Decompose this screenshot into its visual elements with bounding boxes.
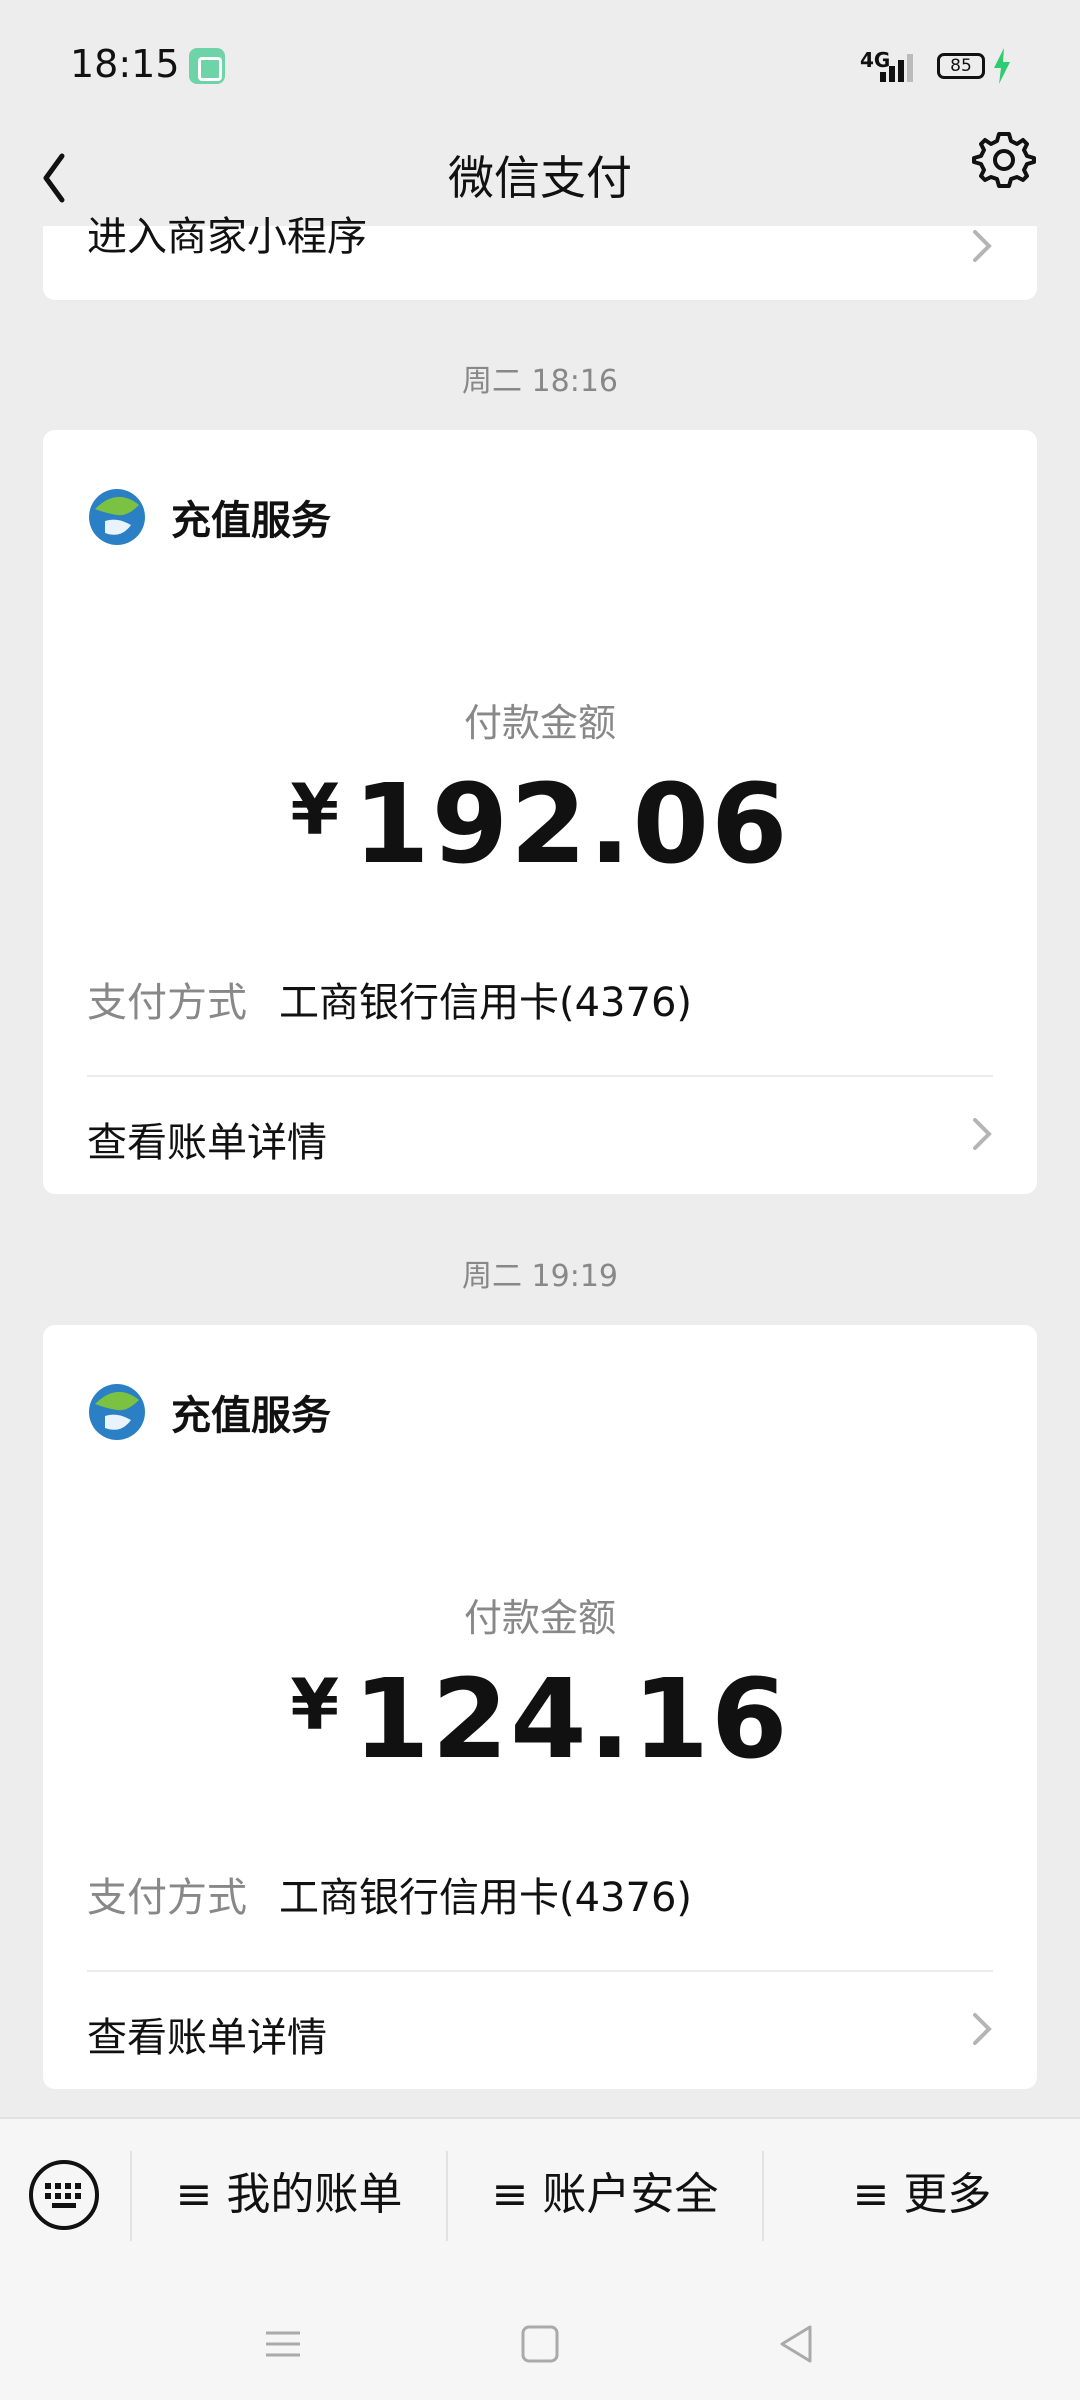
pay-method-label: 支付方式 <box>87 1875 247 1921</box>
nav-bar: 微信支付 <box>0 130 1080 226</box>
status-bar: 18:15 4G 85 <box>0 0 1080 130</box>
battery-icon: 85 <box>937 53 985 79</box>
amount-label: 付款金额 <box>463 701 616 745</box>
amount-label: 付款金额 <box>463 1596 616 1640</box>
amount-value: 124.16 <box>353 1655 790 1783</box>
status-time: 18:15 <box>70 42 180 86</box>
merchant-miniprogram-card[interactable]: 进入商家小程序 <box>43 217 1037 300</box>
payment-amount: ¥192.06 <box>43 760 1037 888</box>
divider <box>87 1075 993 1077</box>
merchant-logo-icon <box>89 489 145 545</box>
message-timestamp: 周二 18:16 <box>462 364 618 399</box>
menu-my-bills[interactable]: ≡ 我的账单 <box>132 2147 446 2243</box>
chevron-right-icon <box>973 1118 992 1150</box>
currency-symbol: ¥ <box>290 769 342 851</box>
payment-card: 充值服务 付款金额 ¥124.16 支付方式 工商银行信用卡(4376) 查看账… <box>43 1325 1037 2089</box>
pay-method-value: 工商银行信用卡(4376) <box>279 1875 693 1921</box>
menu-icon[interactable] <box>258 2319 308 2369</box>
payment-amount: ¥124.16 <box>43 1655 1037 1783</box>
amount-value: 192.06 <box>353 760 790 888</box>
menu-account-security[interactable]: ≡ 账户安全 <box>448 2147 762 2243</box>
merchant-name: 充值服务 <box>171 1393 331 1439</box>
menu-more[interactable]: ≡ 更多 <box>764 2147 1080 2243</box>
merchant-logo-icon <box>89 1384 145 1440</box>
divider <box>87 1970 993 1972</box>
merchant-name: 充值服务 <box>171 498 331 544</box>
keyboard-icon[interactable] <box>28 2159 100 2231</box>
chevron-right-icon <box>973 2013 992 2045</box>
back-icon[interactable] <box>32 138 92 218</box>
bottom-menu-bar: ≡ 我的账单 ≡ 账户安全 ≡ 更多 <box>0 2117 1080 2400</box>
home-icon[interactable] <box>515 2319 565 2369</box>
gear-icon[interactable] <box>972 128 1036 192</box>
app-notification-icon <box>189 48 225 84</box>
message-timestamp: 周二 19:19 <box>462 1259 618 1294</box>
chevron-right-icon <box>973 230 992 262</box>
miniprogram-link-label: 进入商家小程序 <box>87 214 367 260</box>
currency-symbol: ¥ <box>290 1664 342 1746</box>
pay-method-label: 支付方式 <box>87 980 247 1026</box>
back-triangle-icon[interactable] <box>772 2319 822 2369</box>
charging-icon <box>994 48 1010 84</box>
signal-icon <box>878 52 918 82</box>
payment-card: 充值服务 付款金额 ¥192.06 支付方式 工商银行信用卡(4376) 查看账… <box>43 430 1037 1194</box>
bill-details-link[interactable]: 查看账单详情 <box>87 1110 993 1168</box>
pay-method-value: 工商银行信用卡(4376) <box>279 980 693 1026</box>
bill-details-link[interactable]: 查看账单详情 <box>87 2005 993 2063</box>
page-title: 微信支付 <box>448 151 632 205</box>
